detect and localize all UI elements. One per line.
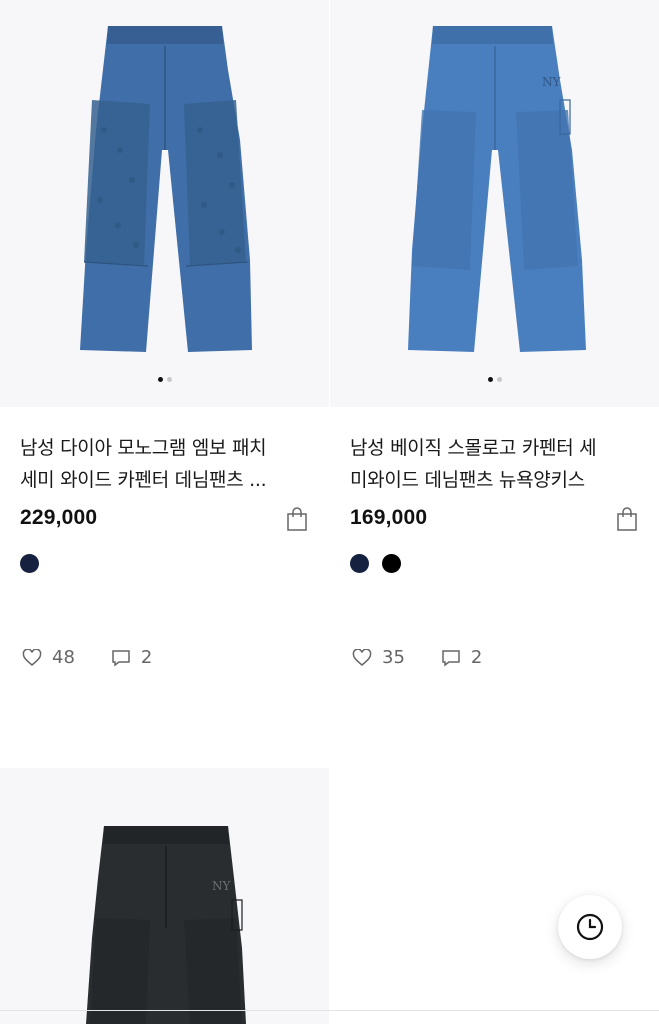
svg-text:NY: NY	[212, 879, 232, 893]
product-price: 169,000	[350, 506, 428, 529]
product-image: NY	[408, 26, 586, 352]
carousel-dot-active	[157, 377, 163, 382]
product-list: 남성 다이아 모노그램 엠보 패치 세미 와이드 카펜터 데님팬츠 ... 22…	[0, 0, 659, 1024]
shopping-bag-icon[interactable]	[286, 507, 308, 531]
color-options	[20, 554, 39, 573]
product-title-line: 세미 와이드 카펜터 데님팬츠 ...	[20, 469, 267, 491]
shopping-bag-icon[interactable]	[616, 507, 638, 531]
like-count: 48	[52, 647, 75, 668]
comment-count: 2	[140, 647, 153, 668]
color-swatch-navy[interactable]	[350, 554, 369, 573]
heart-icon[interactable]	[22, 648, 42, 667]
product-title-line: 남성 다이아 모노그램 엠보 패치	[20, 437, 267, 459]
comment-icon[interactable]	[441, 649, 461, 667]
product-image: NY	[86, 826, 246, 1024]
carousel-dot-active	[487, 377, 493, 382]
product-image-carousel[interactable]: NY	[330, 0, 659, 407]
clock-icon	[576, 913, 604, 941]
carousel-indicator	[330, 377, 659, 383]
carousel-dot	[166, 377, 172, 382]
svg-text:NY: NY	[542, 75, 562, 89]
color-swatch-navy[interactable]	[20, 554, 39, 573]
comment-icon[interactable]	[111, 649, 131, 667]
recent-viewed-button[interactable]	[558, 895, 622, 959]
product-image-carousel[interactable]: NY	[0, 768, 329, 1024]
product-title-line: 미와이드 데님팬츠 뉴욕양키스	[350, 469, 585, 491]
product-price: 229,000	[20, 506, 98, 529]
product-card[interactable]: NY 남성 베이직 스몰로고 카펜터 세 미와이드 데님팬츠 뉴욕양키스 169…	[330, 0, 659, 668]
carousel-indicator	[0, 377, 329, 383]
comment-count: 2	[470, 647, 483, 668]
product-card[interactable]: NY	[0, 768, 329, 1024]
product-image-carousel[interactable]	[0, 0, 329, 407]
product-stats: 35 2	[352, 647, 482, 668]
product-card[interactable]: 남성 다이아 모노그램 엠보 패치 세미 와이드 카펜터 데님팬츠 ... 22…	[0, 0, 329, 668]
carousel-dot	[496, 377, 502, 382]
product-title[interactable]: 남성 베이직 스몰로고 카펜터 세 미와이드 데님팬츠 뉴욕양키스	[350, 432, 636, 496]
product-stats: 48 2	[22, 647, 152, 668]
product-image	[80, 26, 252, 352]
product-title-line: 남성 베이직 스몰로고 카펜터 세	[350, 437, 597, 459]
heart-icon[interactable]	[352, 648, 372, 667]
bottom-divider	[0, 1010, 659, 1011]
color-options	[350, 554, 401, 573]
like-count: 35	[382, 647, 405, 668]
product-title[interactable]: 남성 다이아 모노그램 엠보 패치 세미 와이드 카펜터 데님팬츠 ...	[20, 432, 306, 496]
color-swatch-black[interactable]	[382, 554, 401, 573]
